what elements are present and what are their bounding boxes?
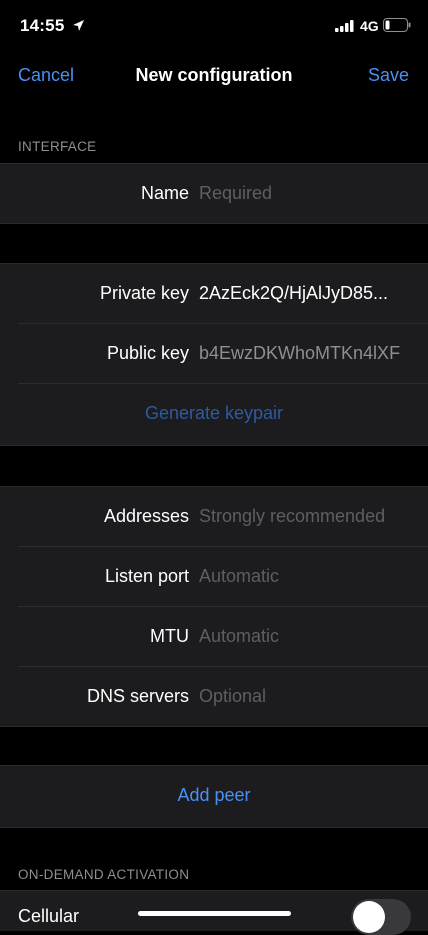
dns-servers-input[interactable]: Optional — [199, 686, 410, 707]
name-input[interactable]: Required — [199, 183, 410, 204]
public-key-value: b4EwzDKWhoMTKn4lXF — [199, 343, 401, 363]
network-type: 4G — [360, 18, 379, 34]
toggle-knob — [353, 901, 385, 933]
network-settings-group: Addresses Strongly recommended Listen po… — [0, 486, 428, 727]
navigation-bar: Cancel New configuration Save — [0, 50, 428, 102]
mtu-label: MTU — [150, 626, 189, 646]
public-key-label: Public key — [106, 343, 189, 363]
public-key-row: Public key b4EwzDKWhoMTKn4lXF — [18, 324, 428, 384]
add-peer-button[interactable]: Add peer — [0, 785, 428, 806]
status-time: 14:55 — [20, 16, 65, 35]
name-label: Name — [140, 183, 189, 203]
home-indicator[interactable] — [138, 911, 291, 916]
private-key-input[interactable]: 2AzEck2Q/HjAlJyD85... — [199, 283, 410, 304]
signal-bars-icon — [335, 20, 354, 32]
interface-name-group: Name Required — [0, 163, 428, 224]
dns-servers-label: DNS servers — [86, 686, 189, 706]
mtu-row[interactable]: MTU Automatic — [18, 607, 428, 667]
battery-icon — [383, 18, 411, 32]
listen-port-label: Listen port — [104, 566, 189, 586]
generate-keypair-row[interactable]: Generate keypair — [18, 384, 428, 445]
cellular-toggle[interactable] — [351, 899, 411, 935]
save-button[interactable]: Save — [368, 65, 409, 86]
listen-port-input[interactable]: Automatic — [199, 566, 410, 587]
section-header-interface: INTERFACE — [18, 139, 97, 154]
add-peer-group: Add peer — [0, 765, 428, 828]
status-bar: 14:55 4G — [0, 0, 428, 50]
name-row[interactable]: Name Required — [18, 164, 428, 223]
listen-port-row[interactable]: Listen port Automatic — [18, 547, 428, 607]
private-key-label: Private key — [99, 283, 189, 303]
mtu-input[interactable]: Automatic — [199, 626, 410, 647]
location-arrow-icon — [73, 20, 84, 31]
addresses-label: Addresses — [103, 506, 189, 526]
generate-keypair-button[interactable]: Generate keypair — [0, 403, 428, 424]
keys-group: Private key 2AzEck2Q/HjAlJyD85... Public… — [0, 263, 428, 446]
section-header-on-demand: ON-DEMAND ACTIVATION — [18, 867, 190, 882]
page-title: New configuration — [135, 65, 293, 85]
add-peer-row[interactable]: Add peer — [18, 766, 428, 827]
private-key-row[interactable]: Private key 2AzEck2Q/HjAlJyD85... — [18, 264, 428, 324]
cellular-label: Cellular — [18, 906, 80, 926]
addresses-row[interactable]: Addresses Strongly recommended — [18, 487, 428, 547]
addresses-input[interactable]: Strongly recommended — [199, 506, 410, 527]
dns-servers-row[interactable]: DNS servers Optional — [18, 667, 428, 726]
